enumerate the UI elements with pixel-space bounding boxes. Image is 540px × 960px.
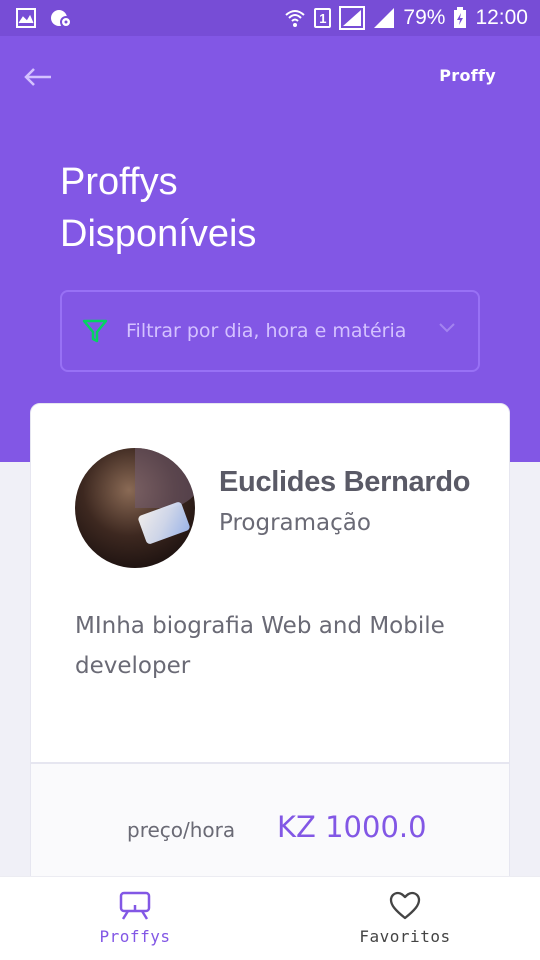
page-title-line1: Proffys: [60, 161, 178, 203]
clock: 12:00: [475, 6, 528, 29]
signal-icon: [339, 6, 366, 30]
gallery-icon: [16, 8, 36, 28]
heart-icon: [389, 891, 421, 920]
easel-icon: [119, 891, 151, 920]
signal-icon-2: [374, 8, 395, 28]
sync-icon: [51, 10, 72, 28]
page-title: Proffys Disponíveis: [60, 156, 360, 260]
filter-icon: [80, 316, 110, 346]
teacher-name: Euclides Bernardo: [219, 466, 471, 498]
teacher-card: Euclides Bernardo Programação MInha biog…: [30, 403, 510, 923]
avatar: [75, 448, 195, 568]
battery-charging-icon: [454, 7, 467, 28]
tab-favoritos[interactable]: Favoritos: [270, 877, 540, 960]
battery-percent: 79%: [403, 6, 446, 29]
status-bar: 1 79% 12:00: [0, 0, 540, 36]
bottom-tab-bar: Proffys Favoritos: [0, 876, 540, 960]
tab-favoritos-label: Favoritos: [359, 927, 451, 946]
arrow-left-icon: [24, 68, 51, 86]
filter-button[interactable]: Filtrar por dia, hora e matéria: [60, 290, 480, 372]
page-header: Proffy Proffys Disponíveis Filtrar por d…: [0, 36, 540, 462]
tab-proffys[interactable]: Proffys: [0, 877, 270, 960]
page-title-line2: Disponíveis: [60, 213, 257, 255]
price-label: preço/hora: [127, 818, 236, 842]
teacher-bio: MInha biografia Web and Mobile developer: [75, 613, 445, 679]
filter-label: Filtrar por dia, hora e matéria: [126, 320, 407, 342]
teacher-subject: Programação: [219, 510, 371, 536]
tab-proffys-label: Proffys: [99, 927, 171, 946]
brand-logo: Proffy: [439, 66, 496, 85]
wifi-icon: [285, 10, 306, 27]
back-button[interactable]: [20, 62, 56, 92]
sim-badge: 1: [314, 8, 332, 28]
price-value: KZ 1000.0: [277, 810, 427, 844]
chevron-down-icon: [439, 323, 455, 333]
